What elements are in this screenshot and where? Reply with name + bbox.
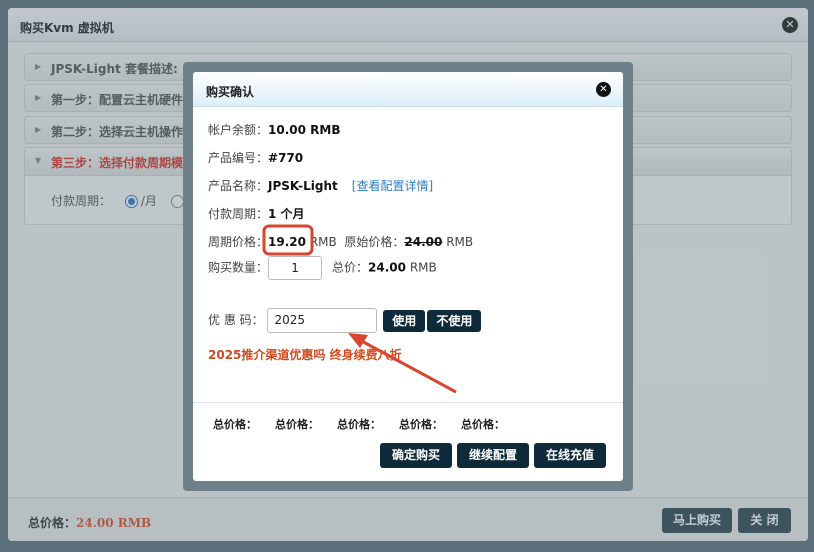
annotation-overlay: [262, 224, 457, 394]
arrow-head-icon: [348, 333, 368, 348]
annotation-arrow: [355, 336, 457, 394]
highlight-box: [262, 224, 314, 256]
